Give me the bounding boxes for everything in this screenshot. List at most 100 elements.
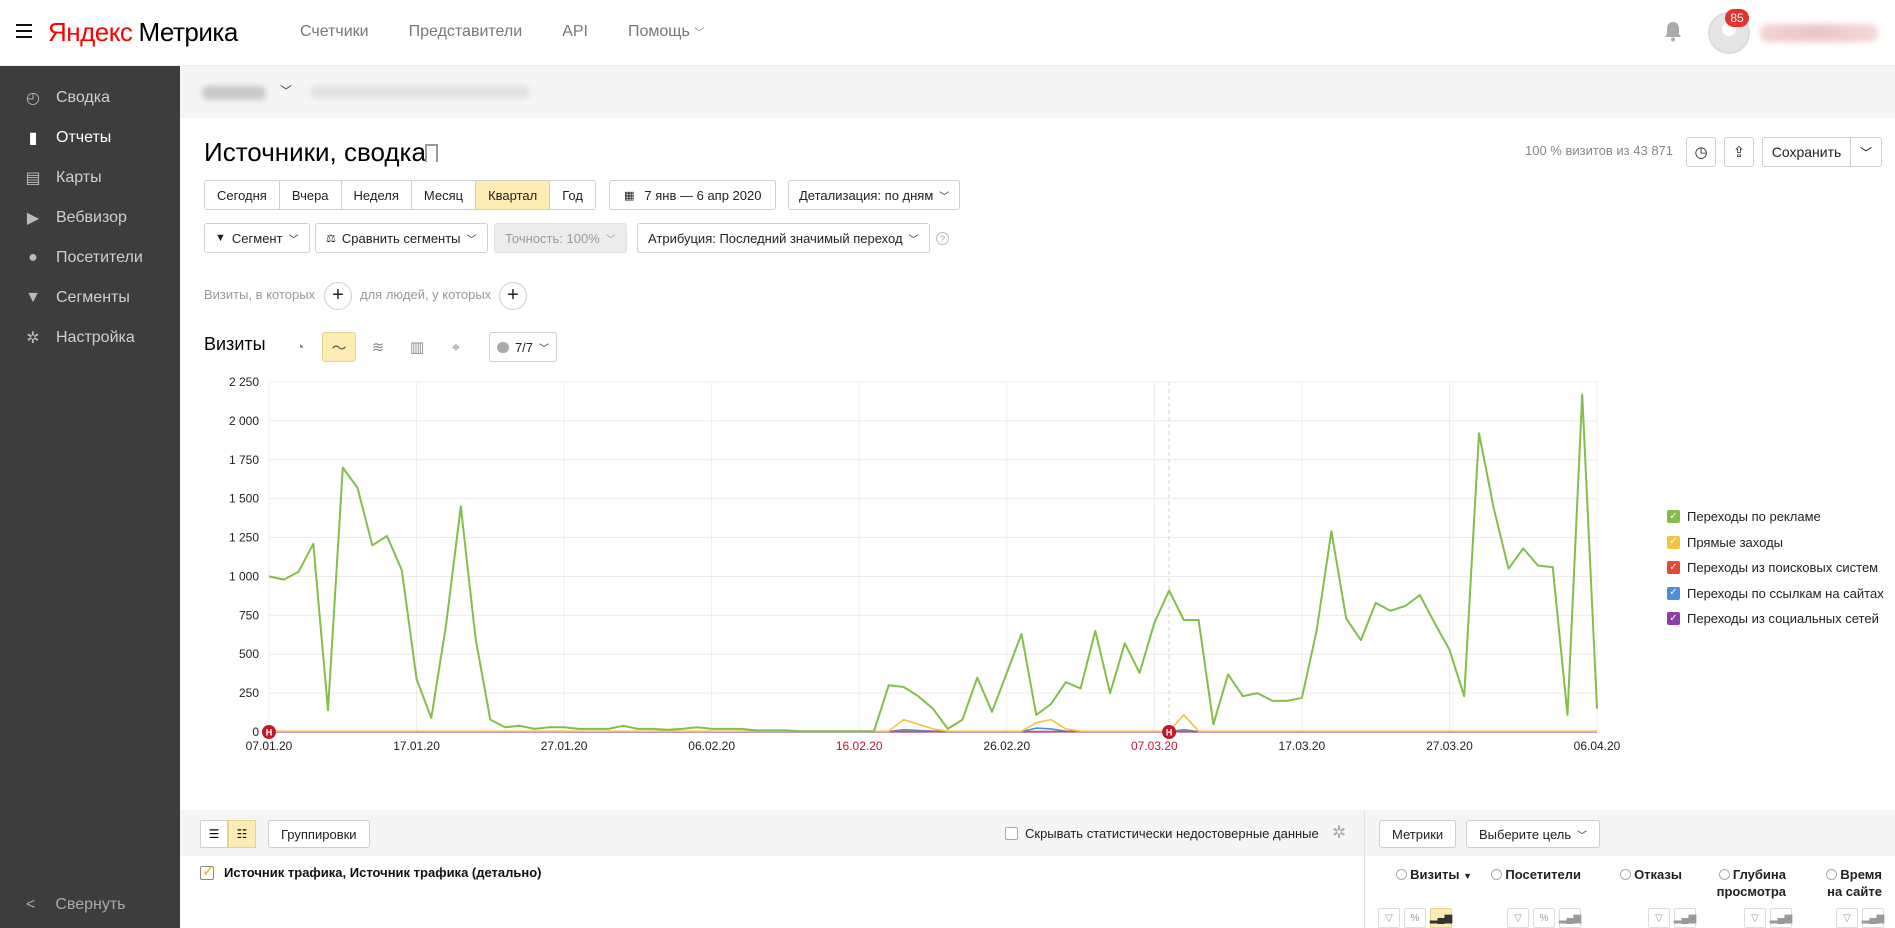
percent-icon[interactable]: % <box>1533 908 1555 928</box>
export-button[interactable]: ⇪ <box>1724 137 1754 167</box>
legend-label: Прямые заходы <box>1687 534 1784 550</box>
bar-chart-type-button[interactable]: ▥ <box>400 332 434 362</box>
sidebar-item-label: Сводка <box>56 89 111 106</box>
legend-item[interactable]: ✓ Переходы из поисковых систем <box>1667 555 1884 581</box>
page-title: Источники, сводка <box>204 137 426 167</box>
user-name[interactable] <box>1760 24 1878 42</box>
bar-chart-icon[interactable]: ▂▄▆ <box>1559 908 1581 928</box>
legend-checkbox[interactable]: ✓ <box>1667 586 1680 600</box>
bookmark-icon[interactable] <box>425 144 438 162</box>
map-chart-type-button[interactable]: ⌖ <box>439 332 473 362</box>
menu-icon[interactable] <box>16 24 32 38</box>
help-icon[interactable]: ? <box>936 232 949 245</box>
sidebar-item-visitors[interactable]: ● Посетители <box>0 240 180 276</box>
legend-checkbox[interactable]: ✓ <box>1667 535 1680 549</box>
metric-visitors-header[interactable]: Посетители <box>1485 866 1581 883</box>
info-icon <box>1396 869 1408 880</box>
legend-item[interactable]: ✓ Переходы по ссылкам на сайтах <box>1667 581 1884 607</box>
notification-badge: 85 <box>1725 9 1749 27</box>
goal-dropdown[interactable]: Выберите цель ﹀ <box>1466 820 1601 848</box>
groupings-button[interactable]: Группировки <box>268 820 370 848</box>
stacked-area-type-button[interactable]: ≋ <box>361 332 395 362</box>
tree-view-button[interactable]: ☷ <box>228 820 256 848</box>
legend-checkbox[interactable]: ✓ <box>1667 510 1680 524</box>
add-people-filter-button[interactable]: + <box>499 282 527 310</box>
chevron-down-icon: ﹀ <box>466 234 477 246</box>
period-quarter[interactable]: Квартал <box>476 181 551 209</box>
attribution-dropdown[interactable]: Атрибуция: Последний значимый переход ﹀ <box>637 223 930 253</box>
segment-dropdown[interactable]: ▼ Сегмент ﹀ <box>204 223 310 253</box>
nav-representatives[interactable]: Представители <box>409 23 523 41</box>
metric-visits-header[interactable]: Визиты ▼ <box>1388 866 1472 885</box>
bar-chart-icon[interactable]: ▂▄▆ <box>1862 908 1884 928</box>
period-month[interactable]: Месяц <box>411 181 477 209</box>
period-today[interactable]: Сегодня <box>205 181 280 209</box>
metrics-button[interactable]: Метрики <box>1379 820 1457 848</box>
history-button[interactable]: ◷ <box>1686 137 1716 167</box>
checkbox[interactable] <box>1005 827 1018 840</box>
attribution-label: Атрибуция: Последний значимый переход <box>648 230 903 246</box>
gear-icon[interactable]: ✲ <box>1332 823 1346 843</box>
bar-chart-icon[interactable]: ▂▄▆ <box>1430 908 1452 928</box>
filter-icon[interactable]: ▽ <box>1648 908 1670 928</box>
nav-counters[interactable]: Счетчики <box>300 23 369 41</box>
period-year[interactable]: Год <box>550 181 595 209</box>
sidebar-item-maps[interactable]: ▤ Карты <box>0 160 180 196</box>
bar-chart-icon[interactable]: ▂▄▆ <box>1674 908 1696 928</box>
metric-depth-header[interactable]: Глубина просмотра <box>1708 866 1786 900</box>
metric-time-tools: ▽ ▂▄▆ <box>1836 908 1884 928</box>
metric-bounces-header[interactable]: Отказы <box>1612 866 1682 883</box>
sidebar-item-reports[interactable]: ▮ Отчеты <box>0 120 180 156</box>
counter-name[interactable] <box>202 86 266 100</box>
detail-dropdown[interactable]: Детализация: по дням ﹀ <box>788 180 961 210</box>
save-button[interactable]: Сохранить ﹀ <box>1762 137 1882 167</box>
legend-item[interactable]: ✓ Прямые заходы <box>1667 530 1884 556</box>
list-view-button[interactable]: ☰ <box>200 820 228 848</box>
legend-item[interactable]: ✓ Переходы из социальных сетей <box>1667 606 1884 632</box>
filter-icon[interactable]: ▽ <box>1836 908 1858 928</box>
line-chart-type-button[interactable]: 〜 <box>322 332 356 362</box>
gear-icon: ✲ <box>26 330 40 347</box>
bar-chart-icon[interactable]: ▂▄▆ <box>1770 908 1792 928</box>
period-yesterday[interactable]: Вчера <box>279 181 342 209</box>
accuracy-dropdown[interactable]: Точность: 100% ﹀ <box>494 223 627 253</box>
hide-unreliable-toggle[interactable]: Скрывать статистически недостоверные дан… <box>1005 826 1319 841</box>
date-range-label: 7 янв — 6 апр 2020 <box>644 187 762 203</box>
compare-segments-dropdown[interactable]: ⚖ Сравнить сегменты ﹀ <box>315 223 488 253</box>
dimension-header[interactable]: Источник трафика, Источник трафика (дета… <box>200 862 542 880</box>
legend-label: Переходы по рекламе <box>1687 509 1821 525</box>
period-week[interactable]: Неделя <box>341 181 412 209</box>
logo[interactable]: Яндекс Метрика <box>48 17 238 48</box>
nav-help[interactable]: Помощь ﹀ <box>628 23 704 41</box>
chevron-down-icon[interactable]: ﹀ <box>280 82 292 99</box>
legend-checkbox[interactable]: ✓ <box>1667 612 1680 626</box>
sidebar-item-webvisor[interactable]: ▶ Вебвизор <box>0 200 180 236</box>
legend-checkbox[interactable]: ✓ <box>1667 561 1680 575</box>
nav-api[interactable]: API <box>562 23 588 41</box>
filter-icon[interactable]: ▽ <box>1507 908 1529 928</box>
sidebar-item-segments[interactable]: ▼ Сегменты <box>0 280 180 316</box>
y-tick-label: 1 500 <box>229 492 259 506</box>
metric-visits-tools: ▽% ▂▄▆ <box>1378 908 1452 928</box>
filter-icon[interactable]: ▽ <box>1744 908 1766 928</box>
metric-time-header[interactable]: Время на сайте <box>1810 866 1882 900</box>
notes-dropdown[interactable]: 7/7 ﹀ <box>489 332 557 362</box>
legend-item[interactable]: ✓ Переходы по рекламе <box>1667 504 1884 530</box>
sidebar-item-summary[interactable]: ◴ Сводка <box>0 80 180 116</box>
pie-chart-type-button[interactable]: ◔ <box>283 332 317 362</box>
date-range-picker[interactable]: ▦ 7 янв — 6 апр 2020 <box>609 180 777 210</box>
holiday-marker-label: Н <box>1166 728 1173 738</box>
bell-icon[interactable] <box>1663 20 1683 42</box>
percent-icon[interactable]: % <box>1404 908 1426 928</box>
chevron-down-icon[interactable]: ﹀ <box>1851 138 1881 166</box>
info-icon <box>1620 869 1632 880</box>
user-icon: ● <box>28 249 38 266</box>
top-nav: Счетчики Представители API Помощь ﹀ <box>300 23 704 41</box>
notes-label: 7/7 <box>514 339 534 355</box>
add-visit-filter-button[interactable]: + <box>324 282 352 310</box>
filter-icon[interactable]: ▽ <box>1378 908 1400 928</box>
visits-line-chart[interactable]: 0 250 500 750 1 000 1 250 1 500 1 750 2 000 2 250… <box>204 368 1644 753</box>
sidebar-item-settings[interactable]: ✲ Настройка <box>0 320 180 356</box>
dimension-checkbox[interactable] <box>200 862 215 880</box>
sidebar-collapse[interactable]: < Свернуть <box>0 890 180 920</box>
